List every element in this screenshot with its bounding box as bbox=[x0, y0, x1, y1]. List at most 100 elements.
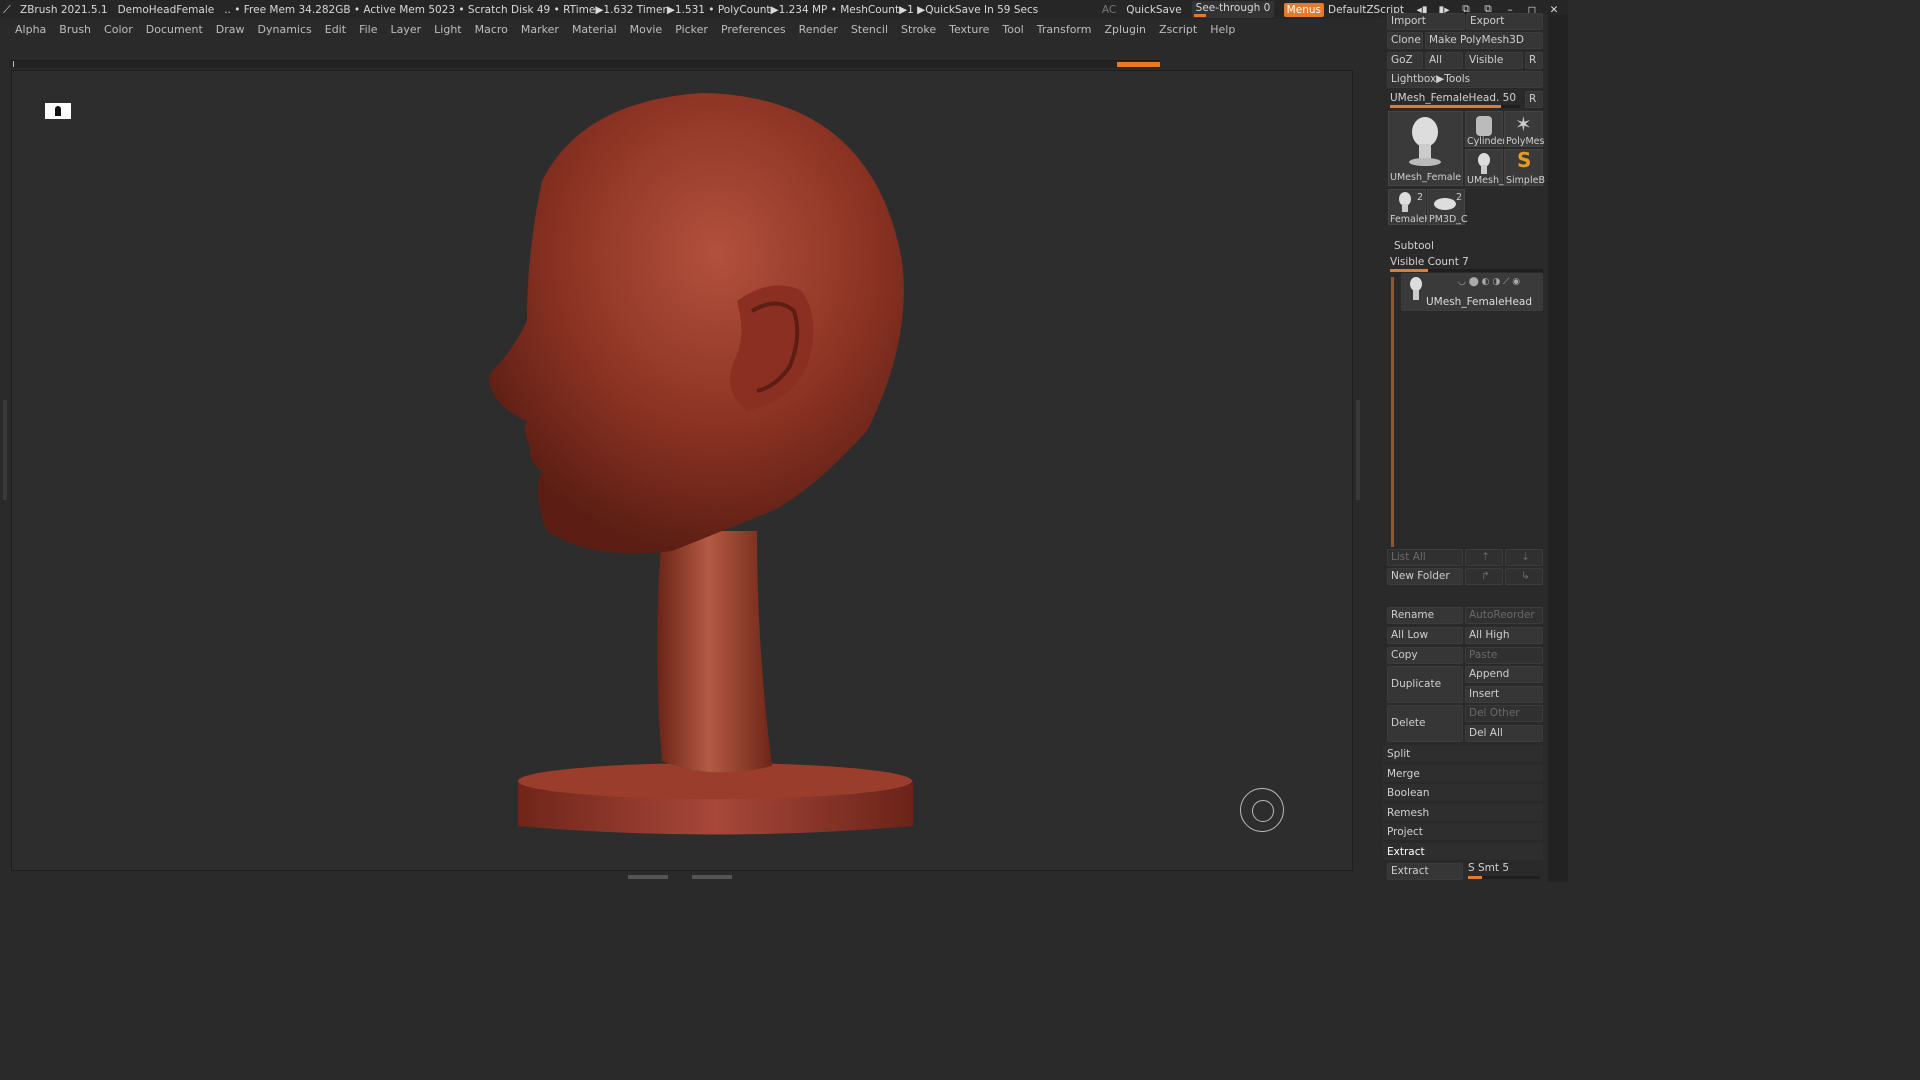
document-canvas[interactable] bbox=[11, 70, 1353, 871]
right-tray-handle[interactable] bbox=[1356, 400, 1360, 500]
goz-all-button[interactable]: All bbox=[1425, 52, 1463, 69]
menu-material[interactable]: Material bbox=[572, 23, 617, 36]
menu-macro[interactable]: Macro bbox=[475, 23, 508, 36]
s-smt-label[interactable]: S Smt 5 bbox=[1468, 862, 1509, 874]
tool-r-button[interactable]: R bbox=[1525, 91, 1543, 108]
all-high-button[interactable]: All High bbox=[1465, 627, 1543, 644]
menu-alpha[interactable]: Alpha bbox=[15, 23, 46, 36]
tool-thumb-umesh[interactable]: UMesh_ bbox=[1465, 149, 1504, 186]
tool-thumb-label: FemaleH bbox=[1390, 214, 1432, 225]
copy-button[interactable]: Copy bbox=[1387, 647, 1463, 664]
menu-file[interactable]: File bbox=[359, 23, 377, 36]
split-section[interactable]: Split bbox=[1383, 745, 1543, 763]
tool-thumb-label: PolyMes bbox=[1506, 136, 1545, 147]
all-low-button[interactable]: All Low bbox=[1387, 627, 1463, 644]
menu-zplugin[interactable]: Zplugin bbox=[1104, 23, 1146, 36]
head-model[interactable] bbox=[472, 91, 932, 851]
tool-thumb-polymesh[interactable]: ✶ PolyMes bbox=[1504, 111, 1545, 147]
subtool-title[interactable]: Subtool bbox=[1394, 240, 1434, 252]
menu-zscript[interactable]: Zscript bbox=[1159, 23, 1197, 36]
list-all-button[interactable]: List All bbox=[1387, 549, 1463, 566]
menu-texture[interactable]: Texture bbox=[949, 23, 989, 36]
head-shape bbox=[488, 93, 904, 554]
insert-button[interactable]: Insert bbox=[1465, 686, 1543, 703]
autoreorder-button[interactable]: AutoReorder bbox=[1465, 607, 1543, 624]
arrow-down-right-icon[interactable]: ↳ bbox=[1505, 568, 1543, 585]
subtool-item[interactable]: ◡ ⬤ ◐ ◑ ⟋ ◉ UMesh_FemaleHead bbox=[1401, 273, 1543, 311]
del-other-button[interactable]: Del Other bbox=[1465, 705, 1543, 722]
remesh-section[interactable]: Remesh bbox=[1383, 804, 1543, 822]
menu-document[interactable]: Document bbox=[146, 23, 203, 36]
menu-stencil[interactable]: Stencil bbox=[851, 23, 888, 36]
goz-r-button[interactable]: R bbox=[1525, 52, 1543, 69]
ac-button[interactable]: AC bbox=[1102, 4, 1116, 16]
tool-thumb-cylinder[interactable]: Cylinder bbox=[1465, 111, 1506, 147]
close-icon[interactable]: ✕ bbox=[1546, 4, 1562, 16]
goz-visible-button[interactable]: Visible bbox=[1465, 52, 1523, 69]
lightbox-tools-button[interactable]: Lightbox▶Tools bbox=[1387, 71, 1543, 88]
tool-thumb-label: PM3D_C bbox=[1429, 214, 1468, 225]
menu-edit[interactable]: Edit bbox=[325, 23, 346, 36]
project-section[interactable]: Project bbox=[1383, 823, 1543, 841]
right-panel-scrollbar[interactable] bbox=[1548, 15, 1568, 882]
menu-light[interactable]: Light bbox=[434, 23, 461, 36]
menu-bar: Alpha Brush Color Document Draw Dynamics… bbox=[0, 19, 1383, 40]
shelf-tick bbox=[13, 61, 14, 67]
current-tool-label[interactable]: UMesh_FemaleHead. 50 bbox=[1390, 92, 1516, 104]
menu-preferences[interactable]: Preferences bbox=[721, 23, 786, 36]
seethrough-slider[interactable]: See-through 0 bbox=[1191, 1, 1274, 18]
move-down-icon[interactable]: ⇣ bbox=[1505, 549, 1543, 566]
menu-tool[interactable]: Tool bbox=[1002, 23, 1023, 36]
quicksave-button[interactable]: QuickSave bbox=[1126, 4, 1181, 16]
export-button[interactable]: Export bbox=[1466, 13, 1543, 30]
boolean-section[interactable]: Boolean bbox=[1383, 784, 1543, 802]
rename-button[interactable]: Rename bbox=[1387, 607, 1463, 624]
bottom-handle-right bbox=[692, 875, 732, 879]
menu-render[interactable]: Render bbox=[799, 23, 838, 36]
delete-button[interactable]: Delete bbox=[1387, 705, 1463, 742]
duplicate-button[interactable]: Duplicate bbox=[1387, 666, 1463, 703]
extract-section[interactable]: Extract bbox=[1383, 843, 1543, 861]
simplebrush-icon: S bbox=[1517, 148, 1532, 172]
bottom-tray-handle[interactable] bbox=[628, 874, 734, 880]
menu-layer[interactable]: Layer bbox=[390, 23, 421, 36]
subtool-toggle-icons[interactable]: ◡ ⬤ ◐ ◑ ⟋ ◉ bbox=[1458, 275, 1520, 290]
menu-brush[interactable]: Brush bbox=[59, 23, 91, 36]
del-all-button[interactable]: Del All bbox=[1465, 725, 1543, 742]
menu-draw[interactable]: Draw bbox=[216, 23, 245, 36]
tool-thumb-label: SimpleB bbox=[1506, 175, 1545, 186]
tool-thumb-simplebrush[interactable]: S SimpleB bbox=[1504, 148, 1545, 186]
menu-transform[interactable]: Transform bbox=[1037, 23, 1092, 36]
tool-thumb-femalehead[interactable]: UMesh_FemaleH bbox=[1388, 111, 1463, 186]
make-polymesh-button[interactable]: Make PolyMesh3D bbox=[1425, 32, 1543, 49]
seethrough-fill bbox=[1193, 14, 1206, 17]
extract-button[interactable]: Extract bbox=[1387, 863, 1463, 880]
menu-stroke[interactable]: Stroke bbox=[901, 23, 936, 36]
arrow-up-right-icon[interactable]: ↱ bbox=[1465, 568, 1503, 585]
status-readout: .. • Free Mem 34.282GB • Active Mem 5023… bbox=[224, 3, 1039, 16]
tool-thumb-pm3d[interactable]: 2 PM3D_C bbox=[1427, 189, 1468, 225]
visible-count-label[interactable]: Visible Count 7 bbox=[1390, 256, 1469, 268]
navigation-gizmo[interactable] bbox=[1240, 788, 1284, 832]
goz-button[interactable]: GoZ bbox=[1387, 52, 1423, 69]
menu-marker[interactable]: Marker bbox=[521, 23, 559, 36]
menus-button[interactable]: Menus bbox=[1283, 2, 1324, 17]
menu-help[interactable]: Help bbox=[1210, 23, 1235, 36]
menu-dynamics[interactable]: Dynamics bbox=[258, 23, 312, 36]
menu-picker[interactable]: Picker bbox=[675, 23, 708, 36]
merge-section[interactable]: Merge bbox=[1383, 765, 1543, 783]
paste-button[interactable]: Paste bbox=[1465, 647, 1543, 664]
subtool-scrollbar[interactable] bbox=[1391, 277, 1394, 547]
new-folder-button[interactable]: New Folder bbox=[1387, 568, 1463, 585]
floor-perspective-icon[interactable] bbox=[45, 103, 71, 119]
clone-button[interactable]: Clone bbox=[1387, 32, 1423, 49]
tool-thumb-female[interactable]: 2 FemaleH bbox=[1388, 189, 1432, 225]
menu-color[interactable]: Color bbox=[104, 23, 133, 36]
move-up-icon[interactable]: ⇡ bbox=[1465, 549, 1503, 566]
zbrush-logo-icon: ⟋ bbox=[3, 2, 11, 16]
top-shelf[interactable] bbox=[10, 60, 1160, 68]
append-button[interactable]: Append bbox=[1465, 666, 1543, 683]
left-tray-handle[interactable] bbox=[3, 400, 7, 500]
menu-movie[interactable]: Movie bbox=[630, 23, 663, 36]
import-button[interactable]: Import bbox=[1387, 13, 1465, 30]
